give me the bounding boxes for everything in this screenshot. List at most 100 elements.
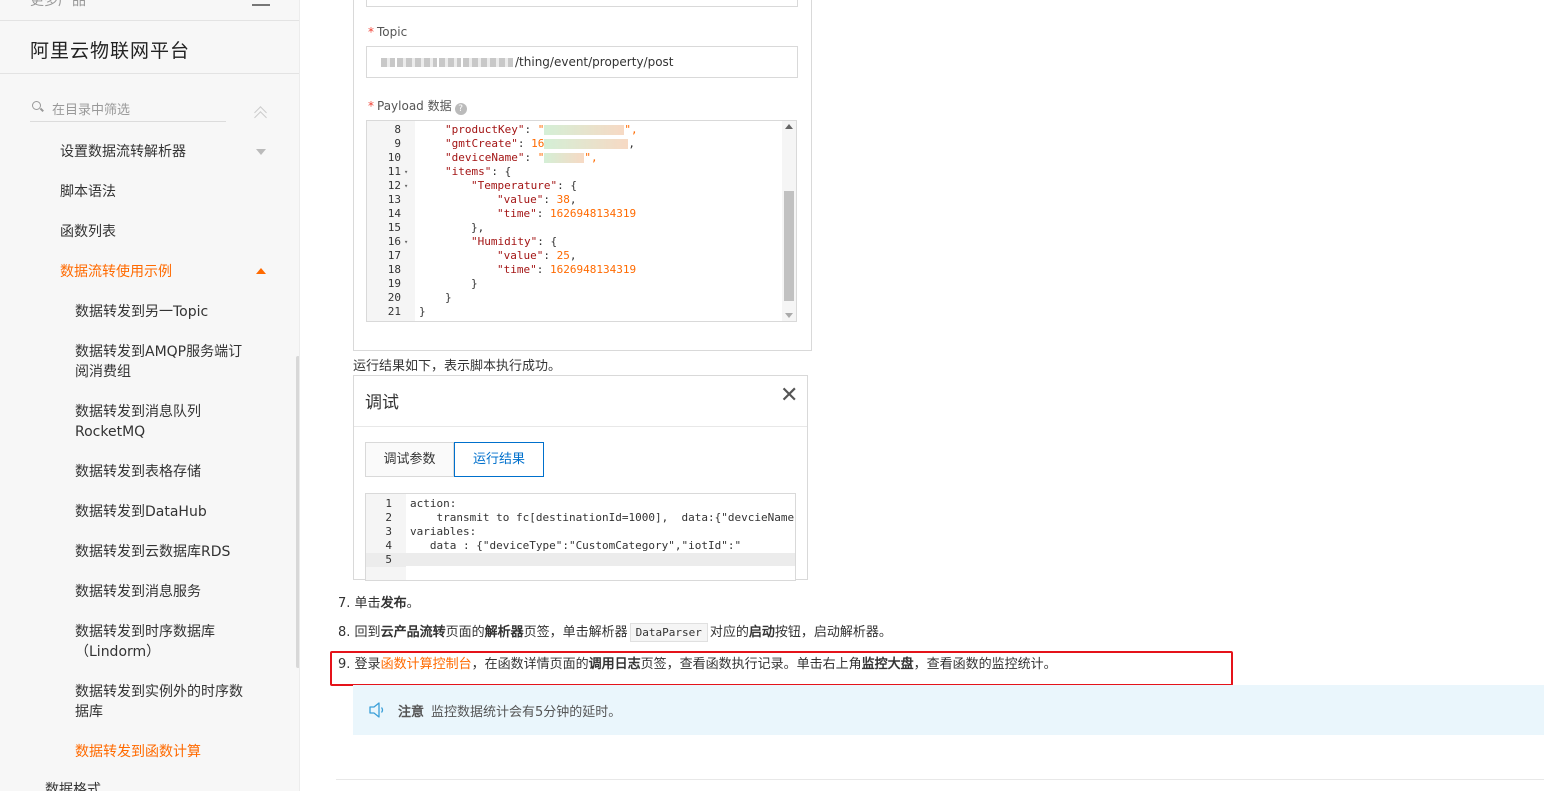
collapse-icon[interactable] [256, 268, 266, 274]
sidebar-item-external-tsdb[interactable]: 数据转发到实例外的时序数据库 [75, 682, 255, 722]
editor-scrollbar[interactable] [782, 121, 796, 321]
code-line: 15}, [367, 221, 787, 235]
code-line: 19} [367, 277, 787, 291]
line-number: 13 [387, 193, 401, 206]
line-number: 21 [387, 305, 401, 318]
filter-placeholder: 在目录中筛选 [52, 103, 131, 118]
step-8: 8. 回到云产品流转页面的解析器页签，单击解析器 DataParser 对应的启动按… [338, 623, 892, 642]
sidebar-title[interactable]: 阿里云物联网平台 [30, 36, 190, 63]
note-label: 注意 [398, 705, 425, 720]
tab-run-result[interactable]: 运行结果 [454, 442, 544, 477]
line-number: 19 [387, 277, 401, 290]
line-number: 18 [387, 263, 401, 276]
fold-icon: ▾ [404, 168, 409, 176]
expand-icon[interactable] [256, 149, 266, 155]
line-number: 8 [394, 123, 401, 136]
divider [336, 779, 1544, 780]
code-line: 9 "gmtCreate": 16, [367, 137, 787, 151]
code-line: 11 ▾ "items": { [367, 165, 787, 179]
topic-input[interactable]: /thing/event/property/post [366, 46, 798, 78]
code-line: 13 "value": 38, [367, 193, 787, 207]
sidebar-item-function-compute[interactable]: 数据转发到函数计算 [75, 742, 255, 762]
sidebar-item-set-parser[interactable]: 设置数据流转解析器 [60, 142, 186, 162]
payload-editor[interactable]: 8 "productKey": " ", 9 "gmtCreate": 16, 10 "de… [366, 120, 797, 322]
menu-icon[interactable] [252, 4, 270, 6]
line-number: 4 [385, 539, 392, 552]
code-line: 12 ▾ "Temperature": { [367, 179, 787, 193]
sidebar-item-rds[interactable]: 数据转发到云数据库RDS [75, 542, 255, 562]
previous-input[interactable] [366, 0, 798, 7]
line-number: 14 [387, 207, 401, 220]
line-number: 1 [385, 497, 392, 510]
line-number: 9 [394, 137, 401, 150]
code-line: 20} [367, 291, 787, 305]
code-line: 1 action: [366, 497, 795, 511]
sidebar-item-amqp[interactable]: 数据转发到AMQP服务端订阅消费组 [75, 342, 255, 382]
note-box: 注意 监控数据统计会有5分钟的延时。 [353, 685, 1544, 735]
line-number: 2 [385, 511, 392, 524]
divider [0, 20, 299, 21]
filter-input[interactable]: 在目录中筛选 [30, 98, 226, 122]
code-line: 5 [366, 553, 795, 567]
payload-label: * Payload 数据? [368, 97, 467, 115]
speaker-icon [369, 702, 384, 718]
code-line: 18 "time": 1626948134319 [367, 263, 787, 277]
result-editor[interactable]: 1 action: 2 transmit to fc[destinationId=1… [365, 493, 796, 581]
sidebar-item-datahub[interactable]: 数据转发到DataHub [75, 502, 255, 522]
code-line: 2 transmit to fc[destinationId=1000], da… [366, 511, 795, 525]
scroll-up-icon [785, 124, 793, 129]
line-number: 12 [387, 179, 401, 192]
result-intro-text: 运行结果如下，表示脚本执行成功。 [353, 359, 562, 374]
fold-icon: ▾ [404, 238, 409, 246]
redacted-value [544, 139, 629, 149]
dialog-title: 调试 [365, 393, 399, 413]
topic-label: * Topic [368, 25, 408, 39]
code-line: 17 "value": 25, [367, 249, 787, 263]
line-number: 15 [387, 221, 401, 234]
line-number: 10 [387, 151, 401, 164]
help-icon: ? [454, 103, 467, 115]
code-line: 3 variables: [366, 525, 795, 539]
code-line: 4 data : {"deviceType":"CustomCategory",… [366, 539, 795, 553]
code-line: 8 "productKey": " ", [367, 123, 787, 137]
scroll-down-icon [785, 313, 793, 318]
line-number: 20 [387, 291, 401, 304]
code-line: 21} [367, 305, 787, 319]
debug-dialog-screenshot: 调试 ✕ 调试参数 运行结果 1 action: 2 transmit to fc[… [353, 375, 808, 581]
line-number: 16 [387, 235, 401, 248]
line-number: 11 [387, 165, 401, 178]
sidebar-item-script-syntax[interactable]: 脚本语法 [60, 182, 116, 202]
code-line: 10 "deviceName": " ", [367, 151, 787, 165]
sidebar-item-mns[interactable]: 数据转发到消息服务 [75, 582, 255, 602]
divider [0, 73, 299, 74]
sidebar-item-topic[interactable]: 数据转发到另一Topic [75, 302, 255, 322]
sidebar: 更多产品 阿里云物联网平台 在目录中筛选 设置数据流转解析器 脚本语法 函数列表… [0, 0, 300, 791]
search-icon [32, 101, 41, 110]
redacted-value [544, 153, 585, 163]
debug-form-screenshot: * Topic /thing/event/property/post * Paylo… [353, 0, 812, 351]
code-line: 16 ▾ "Humidity": { [367, 235, 787, 249]
note-text: 监控数据统计会有5分钟的延时。 [431, 705, 622, 720]
fold-icon: ▾ [404, 182, 409, 190]
publish-term: 发布 [380, 596, 407, 611]
sidebar-item-function-list[interactable]: 函数列表 [60, 222, 116, 242]
highlight-annotation [330, 651, 1233, 686]
line-number: 3 [385, 525, 392, 538]
sidebar-item-lindorm[interactable]: 数据转发到时序数据库（Lindorm） [75, 622, 255, 662]
main-content: * Topic /thing/event/property/post * Paylo… [300, 0, 1544, 791]
inline-code: DataParser [629, 623, 708, 642]
close-icon[interactable]: ✕ [780, 385, 798, 407]
sidebar-item-flow-examples[interactable]: 数据流转使用示例 [60, 262, 172, 282]
sidebar-item-rocketmq[interactable]: 数据转发到消息队列RocketMQ [75, 402, 255, 442]
redacted-value [544, 125, 625, 135]
scroll-thumb [784, 191, 794, 301]
sidebar-item-data-format[interactable]: 数据格式 [45, 780, 101, 791]
line-number: 17 [387, 249, 401, 262]
sidebar-item-table-store[interactable]: 数据转发到表格存储 [75, 462, 255, 482]
collapse-all-icon[interactable] [254, 104, 268, 124]
step-7: 7. 单击发布。 [338, 596, 420, 611]
tab-debug-params[interactable]: 调试参数 [365, 442, 454, 477]
horizontal-scrollbar[interactable] [406, 566, 795, 580]
divider [354, 426, 807, 427]
more-products-link[interactable]: 更多产品 [30, 0, 86, 10]
